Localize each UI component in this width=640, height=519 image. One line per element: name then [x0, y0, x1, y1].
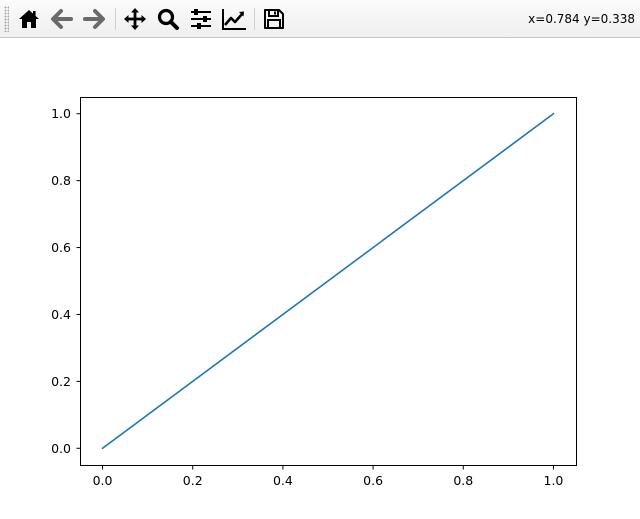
- forward-button[interactable]: [80, 5, 108, 33]
- subplots-button[interactable]: [187, 5, 215, 33]
- y-tick-label: 0.0: [51, 441, 71, 456]
- toolbar-grip-handle[interactable]: [4, 6, 9, 32]
- sliders-icon: [191, 9, 211, 29]
- figure-canvas[interactable]: 0.0 0.2 0.4 0.6 0.8 1.0 0.0 0.2 0.4 0.6 0.8 1.0: [0, 38, 640, 519]
- toolbar-separator: [115, 8, 116, 30]
- line-chart-icon: [222, 9, 246, 30]
- pan-button[interactable]: [121, 5, 149, 33]
- y-tick-label: 0.6: [51, 240, 71, 255]
- move-icon: [124, 8, 146, 30]
- home-button[interactable]: [15, 5, 43, 33]
- line-plot[interactable]: 0.0 0.2 0.4 0.6 0.8 1.0 0.0 0.2 0.4 0.6 0.8 1.0: [0, 38, 640, 519]
- x-tick-label: 0.6: [363, 473, 383, 488]
- home-icon: [19, 10, 39, 28]
- floppy-disk-icon: [264, 9, 284, 29]
- zoom-button[interactable]: [154, 5, 182, 33]
- x-tick-label: 0.0: [93, 473, 113, 488]
- toolbar-separator: [254, 8, 255, 30]
- y-tick-label: 1.0: [51, 106, 71, 121]
- arrow-right-icon: [83, 9, 105, 29]
- x-tick-label: 1.0: [544, 473, 564, 488]
- x-tick-label: 0.4: [273, 473, 293, 488]
- x-tick-label: 0.2: [183, 473, 203, 488]
- y-tick-label: 0.8: [51, 173, 71, 188]
- cursor-coordinates-readout: x=0.784 y=0.338: [528, 12, 635, 26]
- save-button[interactable]: [260, 5, 288, 33]
- series-line-0: [101, 112, 555, 450]
- y-tick-label: 0.2: [51, 374, 71, 389]
- arrow-left-icon: [51, 9, 73, 29]
- navigation-toolbar: x=0.784 y=0.338: [0, 0, 640, 38]
- x-tick-label: 0.8: [453, 473, 473, 488]
- magnifier-icon: [157, 8, 179, 30]
- customize-button[interactable]: [220, 5, 248, 33]
- y-tick-label: 0.4: [51, 307, 71, 322]
- back-button[interactable]: [48, 5, 76, 33]
